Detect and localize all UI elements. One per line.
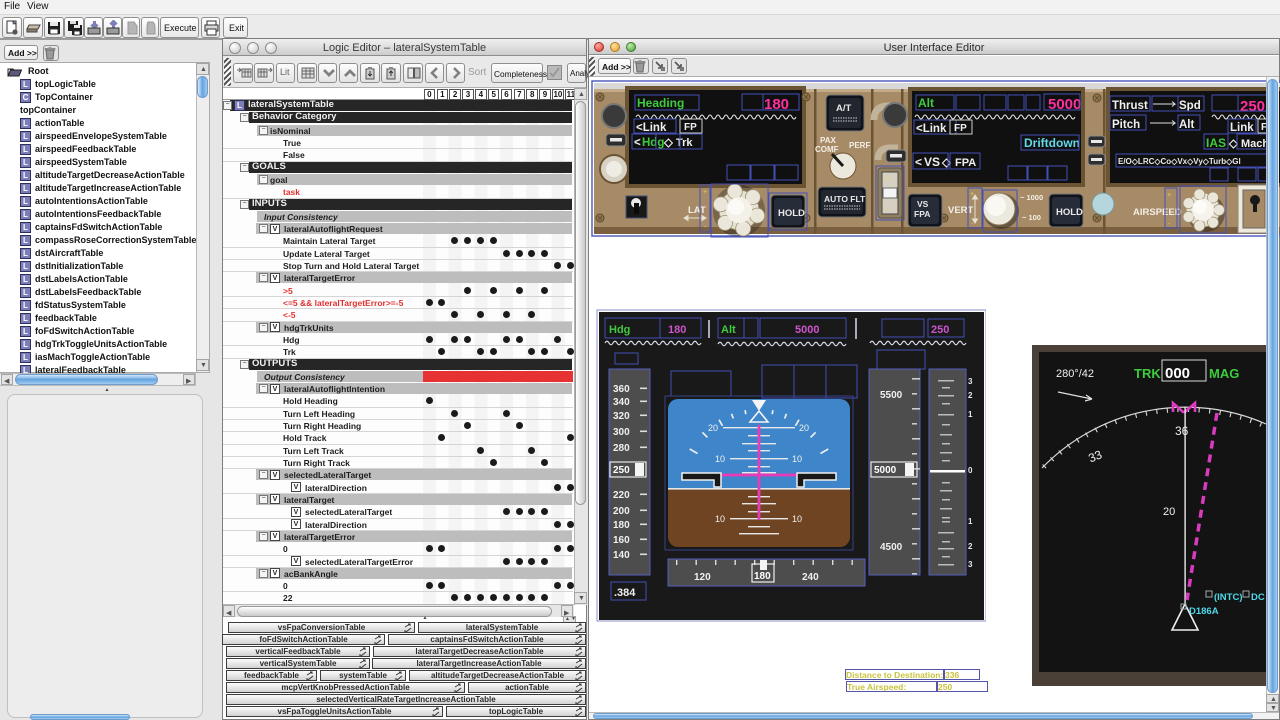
svg-text:E/O◇LRC◇Co◇Vx◇Vy◇Turb◇Gl: E/O◇LRC◇Co◇Vx◇Vy◇Turb◇Gl [1118,157,1241,166]
svg-text:<Link: <Link [916,123,947,135]
svg-text:5000: 5000 [874,465,897,476]
svg-text:000: 000 [1165,365,1190,382]
svg-text:~ 100: ~ 100 [1022,213,1041,222]
svg-text:~ 1000: ~ 1000 [1020,193,1043,202]
svg-text:360: 360 [613,384,630,395]
svg-text:340: 340 [613,397,630,408]
svg-text:PERF: PERF [849,141,870,150]
svg-text:.384: .384 [614,587,636,599]
svg-text:Alt: Alt [918,96,934,110]
svg-text:Link: Link [1230,122,1254,134]
svg-text:Trk: Trk [676,137,693,149]
svg-text:3: 3 [968,377,973,386]
svg-text:5500: 5500 [880,390,903,401]
svg-text:240: 240 [802,572,819,583]
svg-text:Pitch: Pitch [1112,119,1140,131]
svg-text:Alt: Alt [721,324,736,336]
svg-text:HOLD: HOLD [1056,207,1083,218]
svg-text:+: + [1167,192,1171,199]
svg-text:250: 250 [613,465,630,476]
svg-text:300: 300 [613,427,630,438]
svg-text:<: < [634,137,641,149]
svg-text:<: < [915,155,922,169]
svg-text:280: 280 [613,443,630,454]
svg-text:VS: VS [917,199,929,209]
svg-text:+: + [703,189,707,196]
svg-text:180: 180 [754,571,771,582]
svg-text:10: 10 [715,514,725,524]
svg-text:1: 1 [968,410,973,419]
svg-text:D186A: D186A [1189,606,1219,617]
svg-text:TRK: TRK [1134,366,1161,381]
svg-text:MAG: MAG [1209,366,1239,381]
svg-text:3: 3 [968,560,973,569]
svg-text:IAS: IAS [1206,136,1226,150]
svg-text:LAT: LAT [688,205,706,216]
svg-text:4500: 4500 [880,542,903,553]
svg-text:120: 120 [694,572,711,583]
svg-text:AIRSPEED: AIRSPEED [1133,207,1182,218]
svg-text:20: 20 [1163,506,1175,518]
svg-text:10: 10 [715,454,725,464]
svg-text:(INTC): (INTC) [1214,592,1243,603]
svg-text:10: 10 [792,454,802,464]
svg-text:DC: DC [1251,592,1265,603]
svg-text:COMF: COMF [815,145,839,154]
svg-text:250: 250 [1240,98,1265,115]
svg-text:5000: 5000 [795,324,819,336]
svg-text:2: 2 [968,391,973,400]
svg-text:HOLD: HOLD [778,208,805,219]
svg-text:A/T: A/T [836,103,852,114]
svg-text:VS: VS [924,155,940,169]
svg-text:FP: FP [684,122,697,133]
svg-text:10: 10 [792,514,802,524]
svg-text:20: 20 [799,423,809,433]
svg-text:180: 180 [613,520,630,531]
svg-text:280°/42: 280°/42 [1056,368,1094,380]
svg-text:VERT: VERT [948,205,974,216]
svg-text:FPA: FPA [955,157,976,169]
svg-text:Heading: Heading [637,96,684,110]
svg-text:Spd: Spd [1179,100,1201,112]
svg-text:140: 140 [613,550,630,561]
svg-text:20: 20 [708,423,718,433]
svg-text:◇: ◇ [663,137,674,149]
svg-text:AUTO FLT: AUTO FLT [824,194,866,204]
svg-text:1: 1 [968,517,973,526]
svg-text:0: 0 [968,466,973,475]
svg-text:Hdg: Hdg [609,324,630,336]
svg-text:FP: FP [954,123,967,134]
svg-text:220: 220 [613,490,630,501]
svg-text:180: 180 [668,324,686,336]
svg-text:36: 36 [1175,424,1189,438]
svg-text:Alt: Alt [1179,119,1195,131]
svg-text:+: + [886,176,890,183]
svg-text:2: 2 [968,542,973,551]
svg-text:Driftdown: Driftdown [1024,136,1080,150]
svg-text:200: 200 [613,506,630,517]
svg-text:Thrust: Thrust [1112,100,1148,112]
svg-text:320: 320 [613,411,630,422]
svg-text:PAX: PAX [820,136,837,145]
svg-text:+: + [970,191,974,198]
svg-text:Hdg: Hdg [642,137,664,149]
svg-text:<Link: <Link [636,122,667,134]
svg-text:FPA: FPA [914,209,930,219]
svg-text:250: 250 [931,324,949,336]
svg-text:160: 160 [613,535,630,546]
